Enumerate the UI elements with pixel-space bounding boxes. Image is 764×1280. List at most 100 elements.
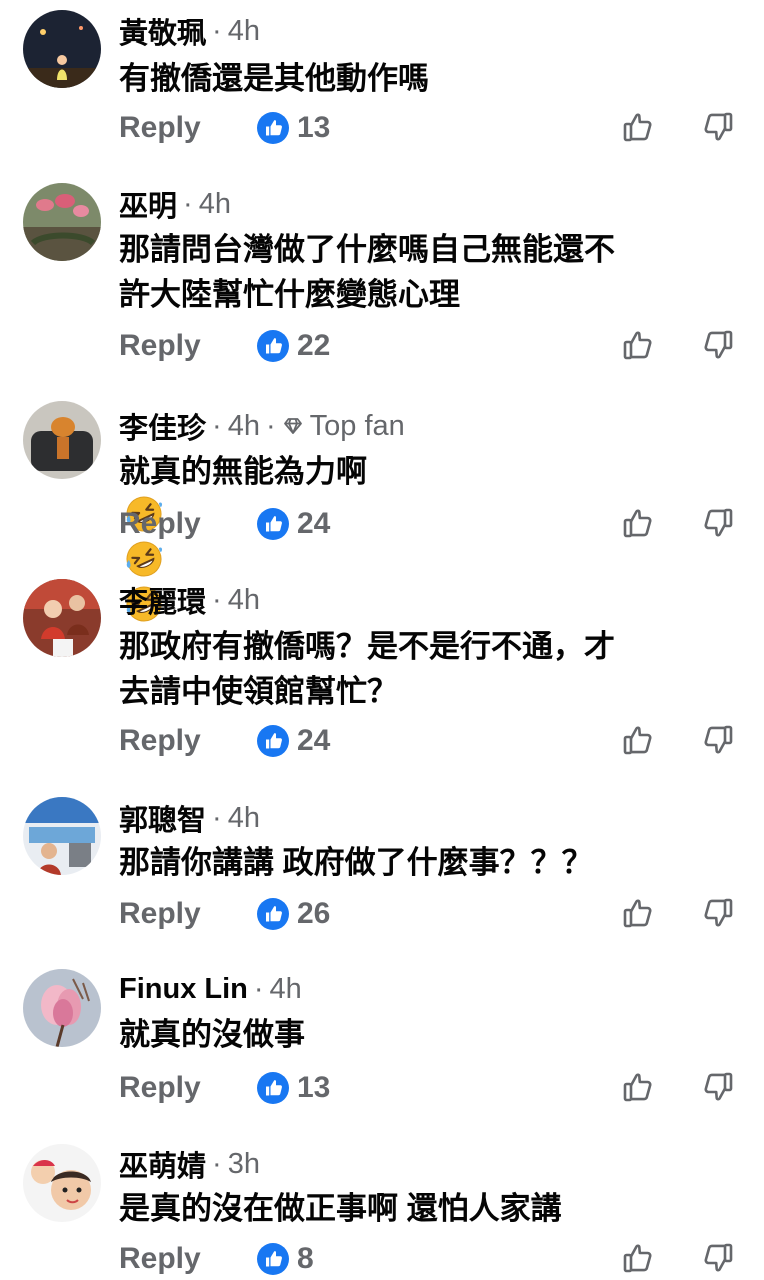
comment-text: 有撤僑還是其他動作嗎: [119, 61, 429, 96]
reply-button[interactable]: Reply: [119, 108, 201, 148]
upvote-button[interactable]: [622, 1070, 656, 1104]
comment-header: 李佳珍 · 4h · Top fan: [119, 409, 405, 446]
comment-text: 那請問台灣做了什麼嗎自己無能還不 許大陸幫忙什麼變態心理: [119, 232, 615, 312]
like-badge-icon: [257, 1243, 289, 1275]
like-count: 8: [297, 1242, 314, 1275]
downvote-button[interactable]: [700, 506, 734, 540]
avatar[interactable]: [23, 183, 101, 261]
reply-button[interactable]: Reply: [119, 1068, 201, 1108]
upvote-button[interactable]: [622, 110, 656, 144]
author-name[interactable]: Finux Lin: [119, 973, 248, 1006]
comment-time[interactable]: 4h: [228, 802, 260, 835]
comment-time[interactable]: 4h: [228, 410, 260, 443]
downvote-button[interactable]: [700, 723, 734, 757]
author-name[interactable]: 巫明: [119, 183, 177, 225]
comment-time[interactable]: 4h: [270, 973, 302, 1006]
thumbs-down-icon: [700, 1070, 734, 1104]
comment-actions: Reply 24: [0, 504, 764, 544]
comment-time[interactable]: 4h: [228, 15, 260, 48]
reaction-summary[interactable]: 13: [257, 1068, 330, 1108]
downvote-button[interactable]: [700, 110, 734, 144]
like-badge-icon: [257, 112, 289, 144]
meta-separator: ·: [253, 972, 264, 1005]
downvote-button[interactable]: [700, 1070, 734, 1104]
avatar[interactable]: [23, 401, 101, 479]
reply-button[interactable]: Reply: [119, 721, 201, 761]
author-name[interactable]: 郭聰智: [119, 797, 206, 839]
comment-time[interactable]: 4h: [228, 584, 260, 617]
author-name[interactable]: 李佳珍: [119, 405, 206, 447]
comment-header: Finux Lin · 4h: [119, 972, 302, 1006]
meta-separator: ·: [212, 801, 222, 834]
comment-body: 那請問台灣做了什麼嗎自己無能還不 許大陸幫忙什麼變態心理: [119, 227, 724, 317]
upvote-button[interactable]: [622, 328, 656, 362]
reply-button[interactable]: Reply: [119, 1239, 201, 1279]
meta-separator: ·: [212, 14, 222, 47]
reaction-summary[interactable]: 22: [257, 326, 330, 366]
author-name[interactable]: 黃敬珮: [119, 10, 206, 52]
comment-actions: Reply 26: [0, 894, 764, 934]
like-badge-icon: [257, 508, 289, 540]
like-count: 13: [297, 1071, 331, 1104]
comment-text: 那請你講講 政府做了什麼事？？？: [119, 845, 593, 880]
avatar[interactable]: [23, 797, 101, 875]
avatar[interactable]: [23, 10, 101, 88]
comment-header: 黃敬珮 · 4h: [119, 14, 260, 51]
thumbs-down-icon: [700, 328, 734, 362]
upvote-button[interactable]: [622, 506, 656, 540]
comment-time[interactable]: 3h: [228, 1148, 260, 1181]
reaction-summary[interactable]: 26: [257, 894, 330, 934]
like-count: 26: [297, 897, 331, 930]
like-badge-icon: [257, 898, 289, 930]
comment-header: 郭聰智 · 4h: [119, 801, 260, 838]
like-count: 22: [297, 329, 331, 362]
thumbs-up-icon: [622, 896, 656, 930]
thumbs-up-icon: [622, 723, 656, 757]
comment-text: 那政府有撤僑嗎？是不是行不通，才 去請中使領館幫忙？: [119, 629, 615, 709]
meta-separator: ·: [212, 409, 222, 442]
thumbs-up-icon: [622, 110, 656, 144]
comment-actions: Reply 24: [0, 721, 764, 761]
avatar[interactable]: [23, 579, 101, 657]
thumbs-down-icon: [700, 723, 734, 757]
comment-body: 有撤僑還是其他動作嗎: [119, 56, 724, 101]
laugh-emoji-icon: [119, 541, 163, 579]
meta-separator: ·: [212, 1147, 222, 1180]
reaction-summary[interactable]: 24: [257, 504, 330, 544]
comment-actions: Reply 22: [0, 326, 764, 366]
comment-text: 是真的沒在做正事啊 還怕人家講: [119, 1191, 562, 1226]
thumbs-up-icon: [622, 1070, 656, 1104]
upvote-button[interactable]: [622, 896, 656, 930]
reply-button[interactable]: Reply: [119, 894, 201, 934]
reply-button[interactable]: Reply: [119, 326, 201, 366]
comment-time[interactable]: 4h: [199, 188, 231, 221]
thumbs-up-icon: [622, 506, 656, 540]
comment-text: 就真的沒做事: [119, 1017, 305, 1052]
author-name[interactable]: 巫萌婧: [119, 1143, 206, 1185]
downvote-button[interactable]: [700, 1241, 734, 1275]
downvote-button[interactable]: [700, 328, 734, 362]
avatar[interactable]: [23, 1144, 101, 1222]
diamond-icon: [282, 415, 310, 437]
upvote-button[interactable]: [622, 723, 656, 757]
thumbs-up-icon: [622, 1241, 656, 1275]
comment-body: 那請你講講 政府做了什麼事？？？: [119, 840, 724, 885]
comment-header: 巫萌婧 · 3h: [119, 1147, 260, 1184]
reply-button[interactable]: Reply: [119, 504, 201, 544]
like-count: 24: [297, 724, 331, 757]
thumbs-up-icon: [622, 328, 656, 362]
downvote-button[interactable]: [700, 896, 734, 930]
author-name[interactable]: 李麗環: [119, 579, 206, 621]
comment-body: 就真的沒做事: [119, 1012, 724, 1057]
comment-body: 那政府有撤僑嗎？是不是行不通，才 去請中使領館幫忙？: [119, 624, 724, 714]
upvote-button[interactable]: [622, 1241, 656, 1275]
meta-separator: ·: [265, 409, 276, 442]
meta-separator: ·: [183, 187, 193, 220]
reaction-summary[interactable]: 8: [257, 1239, 314, 1279]
comment-text: 就真的無能為力啊: [119, 454, 367, 489]
comment-actions: Reply 13: [0, 1068, 764, 1108]
reaction-summary[interactable]: 24: [257, 721, 330, 761]
reaction-summary[interactable]: 13: [257, 108, 330, 148]
comment-actions: Reply 13: [0, 108, 764, 148]
avatar[interactable]: [23, 969, 101, 1047]
